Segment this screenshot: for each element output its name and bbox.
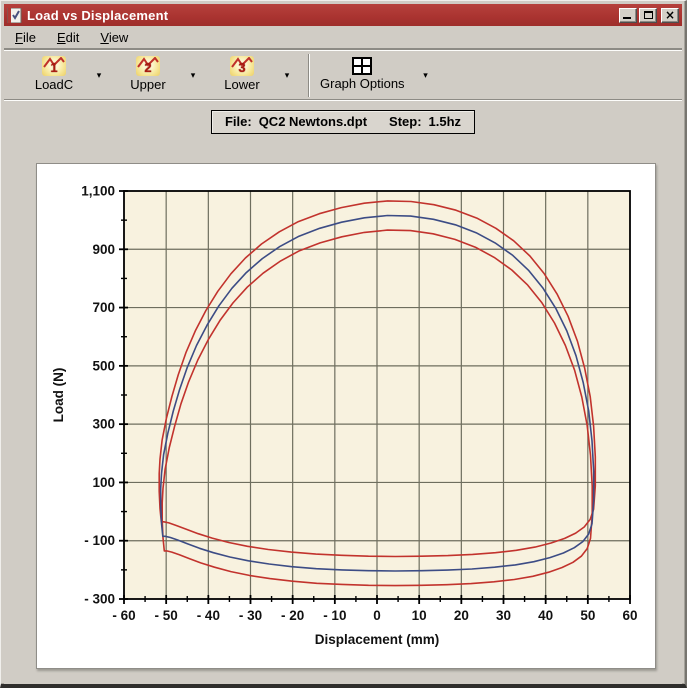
svg-text:500: 500 [92, 358, 115, 373]
loadc-button[interactable]: 1 LoadC [26, 53, 82, 98]
menu-view[interactable]: View [94, 28, 134, 47]
svg-text:- 40: - 40 [197, 608, 220, 623]
chevron-down-icon: ▾ [423, 70, 428, 81]
title-bar[interactable]: Load vs Displacement × [4, 4, 682, 26]
svg-text:- 100: - 100 [84, 533, 115, 548]
lower-curve-3-icon: 3 [230, 56, 254, 76]
upper-button[interactable]: 2 Upper [120, 53, 176, 98]
maximize-icon [644, 11, 653, 19]
upper-dropdown-button[interactable]: ▾ [184, 59, 202, 93]
svg-text:0: 0 [373, 608, 381, 623]
toolbar-separator [308, 54, 310, 97]
close-icon: × [665, 9, 675, 21]
grid-window-icon [351, 56, 373, 75]
svg-text:- 300: - 300 [84, 592, 115, 607]
minimize-button[interactable] [619, 8, 637, 23]
svg-text:- 50: - 50 [155, 608, 178, 623]
svg-text:Load (N): Load (N) [51, 368, 66, 423]
load-vs-displacement-chart: - 60- 50- 40- 30- 20- 100102030405060- 3… [38, 165, 654, 667]
svg-text:- 30: - 30 [239, 608, 262, 623]
svg-text:30: 30 [496, 608, 511, 623]
chart-panel: - 60- 50- 40- 30- 20- 100102030405060- 3… [36, 163, 656, 669]
menu-bar: File Edit View [4, 26, 682, 48]
svg-text:40: 40 [538, 608, 553, 623]
window-controls: × [619, 8, 679, 23]
chevron-down-icon: ▾ [285, 70, 290, 81]
svg-text:20: 20 [454, 608, 469, 623]
graph-options-button[interactable]: Graph Options [316, 53, 409, 98]
svg-text:- 20: - 20 [281, 608, 304, 623]
minimize-icon [623, 17, 631, 19]
step-label: Step: [389, 114, 422, 129]
maximize-button[interactable] [639, 8, 657, 23]
svg-text:100: 100 [92, 475, 115, 490]
menu-file[interactable]: File [9, 28, 42, 47]
loadc-dropdown-button[interactable]: ▾ [90, 59, 108, 93]
client-area: File: QC2 Newtons.dpt Step: 1.5hz - 60 - 50 -… [4, 110, 682, 688]
svg-text:50: 50 [580, 608, 595, 623]
toolbar: 1 LoadC ▾ 2 Upper ▾ 3 Lower ▾ [4, 50, 682, 99]
svg-text:1,100: 1,100 [81, 184, 115, 199]
file-label: File: [225, 114, 252, 129]
svg-text:60: 60 [622, 608, 637, 623]
upper-curve-2-icon: 2 [136, 56, 160, 76]
svg-text:700: 700 [92, 300, 115, 315]
window-title: Load vs Displacement [27, 8, 619, 23]
app-icon [7, 8, 22, 23]
svg-text:900: 900 [92, 242, 115, 257]
loadc-curve-1-icon: 1 [42, 56, 66, 76]
chevron-down-icon: ▾ [191, 70, 196, 81]
close-button[interactable]: × [661, 8, 679, 23]
svg-text:10: 10 [412, 608, 427, 623]
lower-dropdown-button[interactable]: ▾ [278, 59, 296, 93]
menu-edit[interactable]: Edit [51, 28, 85, 47]
svg-text:300: 300 [92, 417, 115, 432]
svg-text:Displacement (mm): Displacement (mm) [315, 632, 440, 647]
lower-button[interactable]: 3 Lower [214, 53, 270, 98]
graph-options-dropdown-button[interactable]: ▾ [417, 59, 435, 93]
chevron-down-icon: ▾ [97, 70, 102, 81]
step-value: 1.5hz [429, 114, 462, 129]
app-window: Load vs Displacement × File Edit View 1 … [0, 0, 687, 688]
svg-text:- 10: - 10 [323, 608, 346, 623]
file-name: QC2 Newtons.dpt [259, 114, 367, 129]
file-status-box: File: QC2 Newtons.dpt Step: 1.5hz [211, 110, 475, 134]
svg-text:- 60: - 60 [112, 608, 135, 623]
